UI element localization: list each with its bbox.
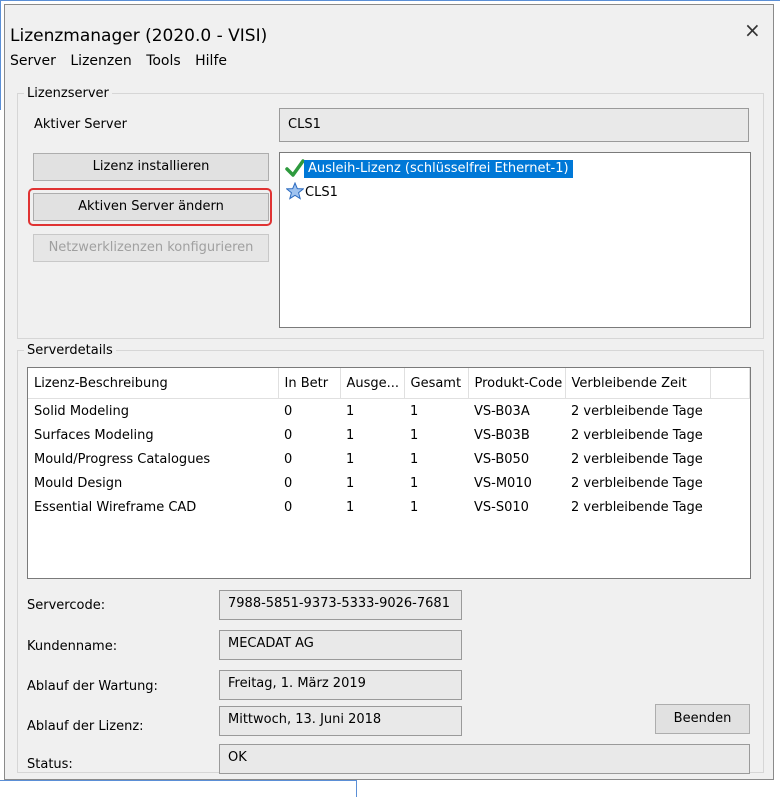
close-icon[interactable]: ×: [744, 18, 761, 42]
active-server-field: CLS1: [279, 108, 749, 142]
table-row[interactable]: Mould/Progress Catalogues 0 1 1 VS-B050 …: [28, 447, 750, 471]
cell: 0: [284, 451, 293, 467]
checkmark-icon: [285, 159, 305, 177]
servercode-field: 7988-5851-9373-5333-9026-7681: [219, 590, 462, 620]
cell: Surfaces Modeling: [34, 427, 154, 443]
cell: 2 verbleibende Tage: [571, 403, 703, 419]
tree-item-cls1[interactable]: CLS1: [305, 184, 338, 202]
cell: 1: [346, 451, 355, 467]
cell: 2 verbleibende Tage: [571, 499, 703, 515]
cell: 2 verbleibende Tage: [571, 475, 703, 491]
col-header-description[interactable]: Lizenz-Beschreibung: [28, 368, 279, 399]
install-license-button[interactable]: Lizenz installieren: [33, 153, 269, 181]
beenden-button[interactable]: Beenden: [655, 704, 750, 734]
table-row[interactable]: Essential Wireframe CAD 0 1 1 VS-S010 2 …: [28, 495, 750, 519]
col-header-verbleibende-zeit[interactable]: Verbleibende Zeit: [565, 368, 711, 399]
cell: 0: [284, 403, 293, 419]
menu-server[interactable]: Server: [10, 53, 56, 69]
table-header-row: Lizenz-Beschreibung In Betr Ausge... Ges…: [28, 368, 750, 399]
cell: 0: [284, 499, 293, 515]
cell: VS-B03B: [474, 427, 530, 443]
tree-item-ausleih-lizenz[interactable]: Ausleih-Lizenz (schlüsselfrei Ethernet-1…: [304, 160, 573, 178]
col-header-spacer: [710, 368, 750, 399]
cell: 1: [410, 403, 419, 419]
cell: Solid Modeling: [34, 403, 129, 419]
col-header-produkt-code[interactable]: Produkt-Code: [468, 368, 566, 399]
servercode-label: Servercode:: [27, 598, 106, 613]
window-title: Lizenzmanager (2020.0 - VISI): [10, 26, 268, 46]
change-active-server-button[interactable]: Aktiven Server ändern: [33, 193, 269, 221]
background-window-edge-bottom: [0, 780, 356, 781]
status-field: OK: [219, 744, 750, 774]
table-row[interactable]: Solid Modeling 0 1 1 VS-B03A 2 verbleibe…: [28, 399, 750, 424]
menu-bar: Server Lizenzen Tools Hilfe: [10, 53, 237, 73]
wartung-field: Freitag, 1. März 2019: [219, 670, 462, 700]
cell: VS-B03A: [474, 403, 530, 419]
configure-network-licenses-button[interactable]: Netzwerklizenzen konfigurieren: [33, 234, 269, 262]
background-window-edge-left: [0, 0, 1, 110]
lizenz-ablauf-label: Ablauf der Lizenz:: [27, 719, 144, 734]
menu-hilfe[interactable]: Hilfe: [195, 53, 227, 69]
cell: VS-B050: [474, 451, 530, 467]
cell: 0: [284, 427, 293, 443]
lizenzserver-legend: Lizenzserver: [27, 86, 109, 101]
cell: 1: [410, 475, 419, 491]
cell: 1: [346, 403, 355, 419]
cell: 1: [410, 427, 419, 443]
table-row[interactable]: Surfaces Modeling 0 1 1 VS-B03B 2 verble…: [28, 423, 750, 447]
serverdetails-legend: Serverdetails: [27, 343, 113, 358]
cell: 1: [346, 475, 355, 491]
cell: 1: [346, 427, 355, 443]
cell: 0: [284, 475, 293, 491]
server-tree[interactable]: [279, 152, 751, 328]
menu-tools[interactable]: Tools: [146, 53, 181, 69]
cell: VS-M010: [474, 475, 532, 491]
license-table[interactable]: Lizenz-Beschreibung In Betr Ausge... Ges…: [27, 367, 751, 579]
background-window-edge-top: [0, 0, 780, 1]
lizenz-ablauf-field: Mittwoch, 13. Juni 2018: [219, 706, 462, 736]
cell: 1: [410, 451, 419, 467]
status-label: Status:: [27, 757, 73, 772]
cell: 2 verbleibende Tage: [571, 451, 703, 467]
cell: Mould/Progress Catalogues: [34, 451, 211, 467]
cell: Mould Design: [34, 475, 123, 491]
kundenname-field: MECADAT AG: [219, 630, 462, 660]
cell: 1: [410, 499, 419, 515]
wartung-label: Ablauf der Wartung:: [27, 679, 158, 694]
kundenname-label: Kundenname:: [27, 639, 118, 654]
table-row[interactable]: Mould Design 0 1 1 VS-M010 2 verbleibend…: [28, 471, 750, 495]
col-header-ausge[interactable]: Ausge...: [340, 368, 405, 399]
cell: 2 verbleibende Tage: [571, 427, 703, 443]
active-server-label: Aktiver Server: [34, 117, 127, 132]
cell: VS-S010: [474, 499, 529, 515]
menu-lizenzen[interactable]: Lizenzen: [70, 53, 131, 69]
cell: 1: [346, 499, 355, 515]
cell: Essential Wireframe CAD: [34, 499, 197, 515]
background-window-edge-corner: [356, 780, 357, 797]
star-icon: [286, 182, 304, 200]
col-header-in-betr[interactable]: In Betr: [278, 368, 341, 399]
col-header-gesamt[interactable]: Gesamt: [404, 368, 469, 399]
